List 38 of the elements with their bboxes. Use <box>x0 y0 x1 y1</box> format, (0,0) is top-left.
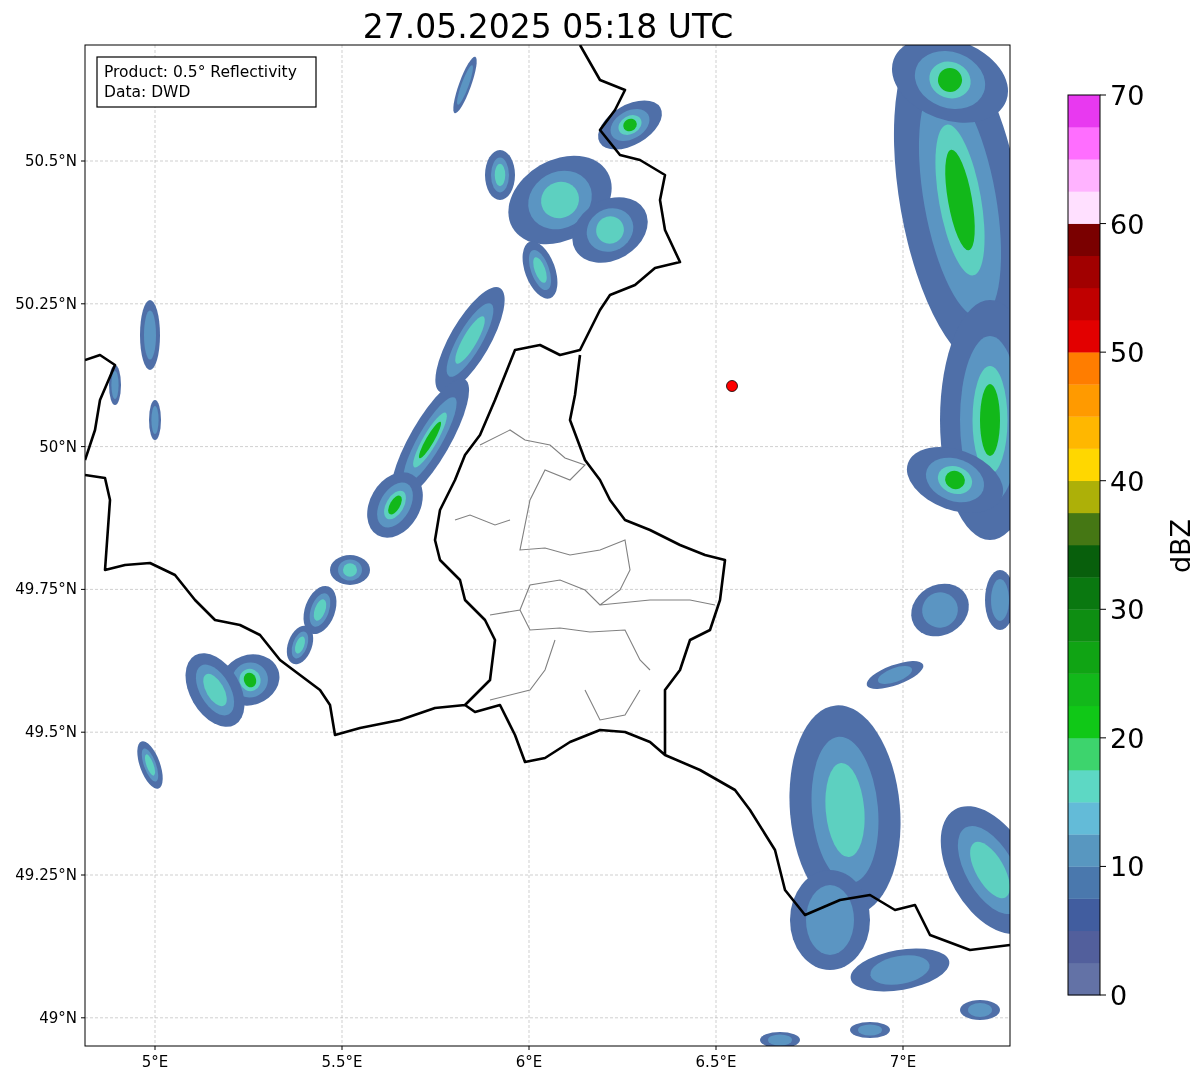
latitude-label: 50.5°N <box>24 152 77 170</box>
radar-echo <box>866 661 924 689</box>
longitude-label: 7°E <box>889 1053 917 1071</box>
longitude-label: 5°E <box>141 1053 169 1071</box>
latitude-label: 50.25°N <box>15 294 77 313</box>
colorbar-tick-label: 0 <box>1110 980 1128 1011</box>
longitude-label: 5.5°E <box>321 1053 363 1071</box>
radar-echo <box>286 625 314 665</box>
latitude-label: 49.5°N <box>24 723 77 742</box>
radar-echo <box>985 570 1010 630</box>
latitude-label: 49°N <box>39 1008 77 1027</box>
colorbar-label: dBZ <box>1165 518 1196 574</box>
colorbar-tick-label: 40 <box>1110 465 1145 497</box>
colorbar-tick-label: 30 <box>1110 594 1145 626</box>
radar-echo <box>109 365 121 405</box>
colorbar-tick-label: 50 <box>1110 337 1145 369</box>
legend-text: Product: 0.5° Reflectivity <box>104 63 297 81</box>
latitude-label: 49.75°N <box>15 580 77 599</box>
longitude-label: 6°E <box>515 1053 543 1071</box>
legend-text: Data: DWD <box>104 83 191 101</box>
colorbar-tick-label: 60 <box>1110 208 1145 240</box>
radar-echo <box>140 300 160 370</box>
radar-echo <box>850 1022 890 1038</box>
colorbar-tick-label: 20 <box>1110 722 1145 754</box>
radar-echo <box>137 741 163 789</box>
radar-echo <box>760 1032 800 1046</box>
colorbar-tick-label: 70 <box>1110 80 1145 111</box>
radar-echo <box>960 1000 1000 1020</box>
latitude-label: 49.25°N <box>15 866 77 884</box>
longitude-label: 6.5°E <box>695 1053 737 1071</box>
colorbar-tick-label: 10 <box>1110 851 1145 883</box>
chart-title: 27.05.2025 05:18 UTC <box>362 7 734 46</box>
radar-echo <box>149 400 161 440</box>
radar-echo <box>453 56 477 114</box>
radar-echo <box>911 583 969 637</box>
radar-echo <box>598 100 662 150</box>
latitude-label: 50°N <box>39 437 77 456</box>
station-marker <box>726 380 738 392</box>
